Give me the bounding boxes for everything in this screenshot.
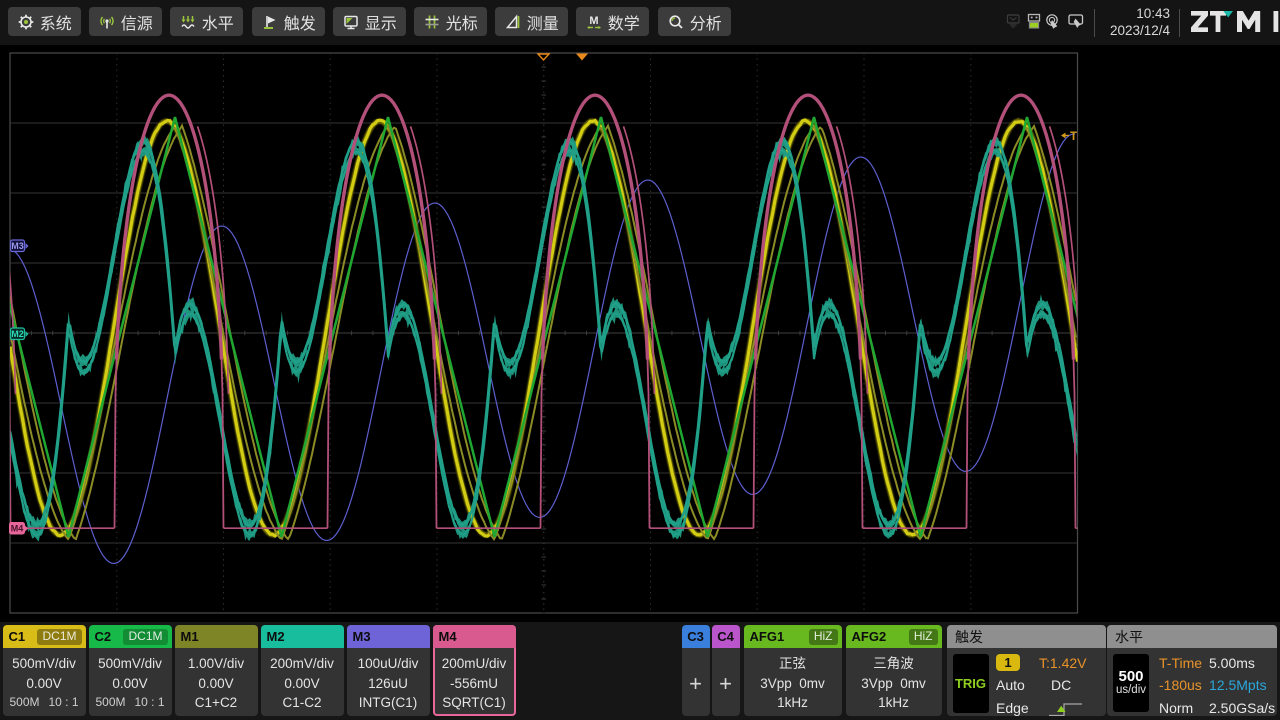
svg-text:T: T	[1070, 131, 1077, 143]
svg-text:M: M	[589, 15, 598, 27]
svg-text:M4: M4	[11, 524, 24, 534]
svg-text:M3: M3	[11, 241, 24, 251]
svg-text:M2: M2	[11, 329, 24, 339]
